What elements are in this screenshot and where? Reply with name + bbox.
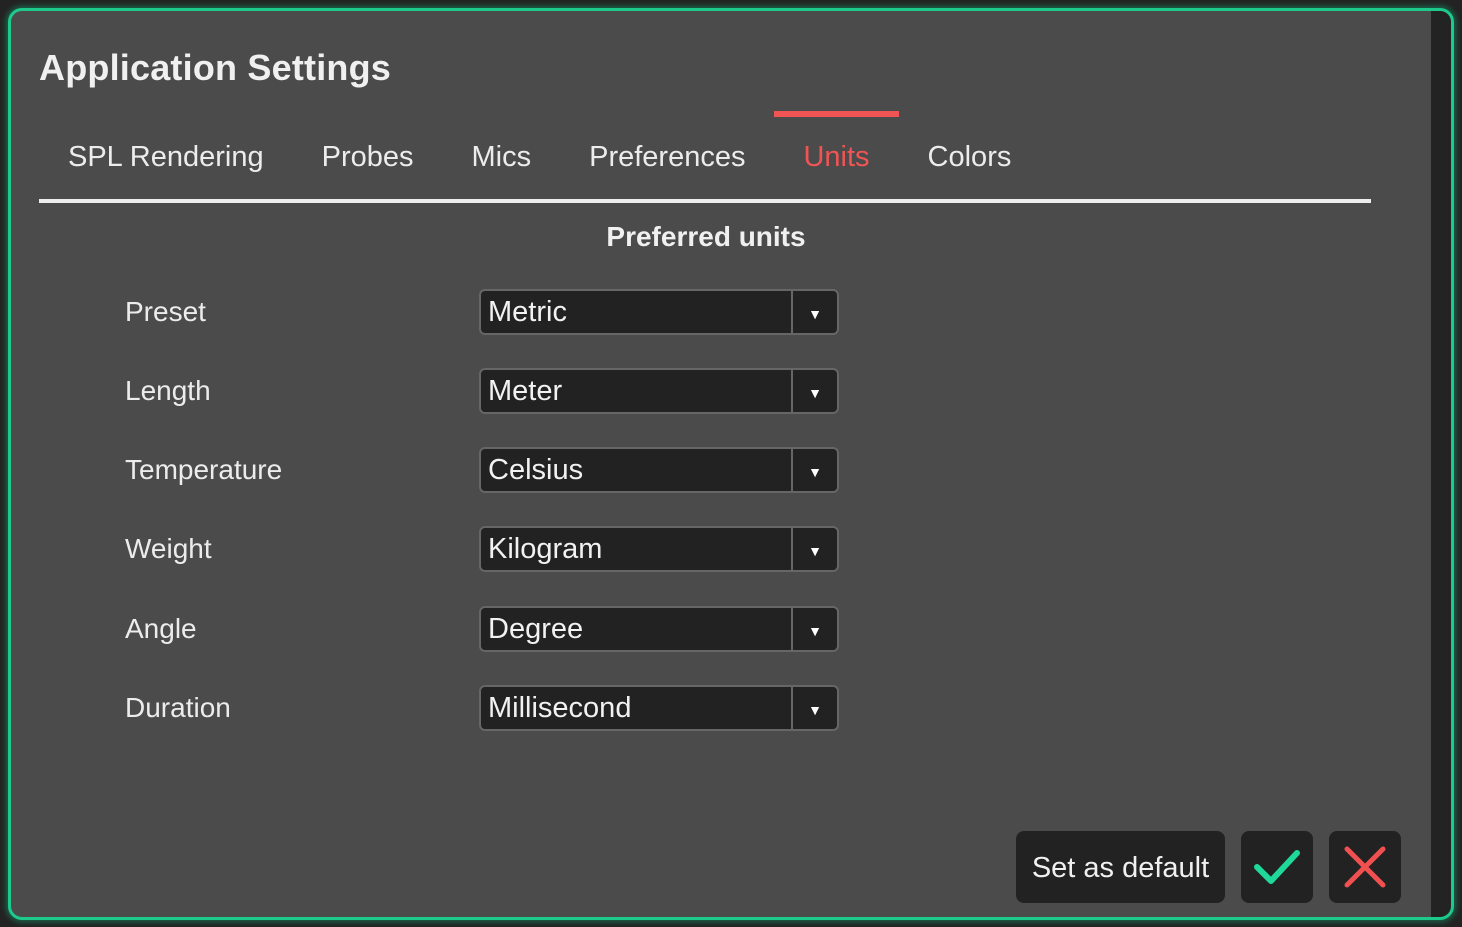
tab-preferences[interactable]: Preferences bbox=[560, 111, 774, 199]
chevron-down-icon[interactable]: ▼ bbox=[791, 528, 837, 570]
tab-spl-rendering[interactable]: SPL Rendering bbox=[39, 111, 293, 199]
preset-row: Preset Metric ▼ bbox=[125, 289, 845, 335]
duration-dropdown[interactable]: Millisecond ▼ bbox=[479, 685, 839, 731]
tab-units[interactable]: Units bbox=[774, 111, 899, 199]
scrollbar-track[interactable] bbox=[1431, 11, 1451, 917]
close-icon bbox=[1344, 846, 1386, 888]
tab-bar: SPL Rendering Probes Mics Preferences Un… bbox=[39, 111, 1371, 203]
length-dropdown[interactable]: Meter ▼ bbox=[479, 368, 839, 414]
chevron-down-icon[interactable]: ▼ bbox=[791, 370, 837, 412]
set-as-default-button[interactable]: Set as default bbox=[1016, 831, 1225, 903]
confirm-button[interactable] bbox=[1241, 831, 1313, 903]
angle-dropdown[interactable]: Degree ▼ bbox=[479, 606, 839, 652]
checkmark-icon bbox=[1254, 850, 1300, 884]
temperature-dropdown[interactable]: Celsius ▼ bbox=[479, 447, 839, 493]
weight-dropdown[interactable]: Kilogram ▼ bbox=[479, 526, 839, 572]
dialog-footer: Set as default bbox=[1016, 831, 1401, 903]
preset-dropdown[interactable]: Metric ▼ bbox=[479, 289, 839, 335]
section-title: Preferred units bbox=[606, 221, 806, 252]
chevron-down-icon[interactable]: ▼ bbox=[791, 608, 837, 650]
temperature-value: Celsius bbox=[488, 453, 584, 486]
temperature-label: Temperature bbox=[125, 454, 283, 485]
angle-row: Angle Degree ▼ bbox=[125, 606, 845, 652]
duration-value: Millisecond bbox=[488, 691, 632, 724]
weight-label: Weight bbox=[125, 533, 212, 564]
weight-row: Weight Kilogram ▼ bbox=[125, 526, 845, 572]
duration-label: Duration bbox=[125, 692, 231, 723]
chevron-down-icon[interactable]: ▼ bbox=[791, 687, 837, 729]
weight-value: Kilogram bbox=[488, 532, 603, 565]
cancel-button[interactable] bbox=[1329, 831, 1401, 903]
length-row: Length Meter ▼ bbox=[125, 368, 845, 414]
settings-dialog: Application Settings SPL Rendering Probe… bbox=[8, 8, 1454, 920]
chevron-down-icon[interactable]: ▼ bbox=[791, 291, 837, 333]
length-label: Length bbox=[125, 375, 211, 406]
angle-value: Degree bbox=[488, 612, 584, 645]
tab-probes[interactable]: Probes bbox=[293, 111, 443, 199]
angle-label: Angle bbox=[125, 613, 197, 644]
temperature-row: Temperature Celsius ▼ bbox=[125, 447, 845, 493]
preset-value: Metric bbox=[488, 295, 567, 328]
length-value: Meter bbox=[488, 374, 563, 407]
preset-label: Preset bbox=[125, 296, 206, 327]
duration-row: Duration Millisecond ▼ bbox=[125, 685, 845, 731]
tab-colors[interactable]: Colors bbox=[899, 111, 1041, 199]
dialog-title: Application Settings bbox=[39, 47, 392, 88]
tab-mics[interactable]: Mics bbox=[443, 111, 561, 199]
chevron-down-icon[interactable]: ▼ bbox=[791, 449, 837, 491]
